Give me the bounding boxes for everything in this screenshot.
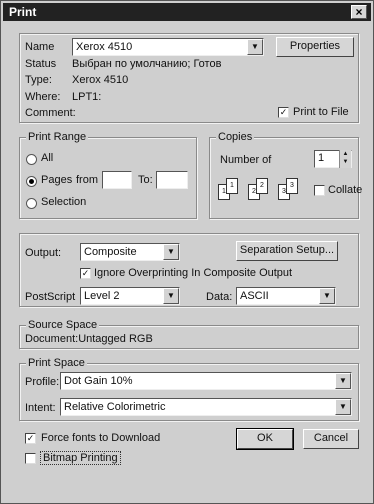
number-of-copies-input[interactable]: 1 ▲ ▼ [314,150,352,168]
spin-up-icon: ▲ [342,151,349,157]
print-space-title: Print Space [26,357,87,369]
window-title: Print [9,5,37,19]
print-dialog: Print × Name Xerox 4510 ▼ Properties Sta… [0,0,374,504]
number-of-copies-label: Number of [220,154,272,166]
from-page-input[interactable] [102,171,132,189]
ignore-overprinting-checkbox[interactable]: ✓ [80,268,91,279]
output-value: Composite [84,246,137,258]
all-radio[interactable] [26,154,37,165]
intent-label: Intent: [25,402,56,414]
copies-title: Copies [216,131,255,143]
cancel-button[interactable]: Cancel [303,429,359,449]
chevron-down-icon: ▼ [319,288,335,304]
bitmap-printing-label: Bitmap Printing [40,451,121,465]
chevron-down-icon: ▼ [163,288,179,304]
selection-label: Selection [41,196,87,208]
pages-label: Pages [41,174,73,186]
type-label: Type: [25,74,52,86]
source-space-title: Source Space [26,319,100,331]
intent-select[interactable]: Relative Colorimetric ▼ [60,398,352,416]
printer-name-select[interactable]: Xerox 4510 ▼ [72,38,264,56]
data-label: Data: [206,291,233,303]
profile-select[interactable]: Dot Gain 10% ▼ [60,372,352,390]
copies-spinner[interactable]: ▲ ▼ [339,150,351,168]
profile-value: Dot Gain 10% [64,375,133,387]
separation-setup-button[interactable]: Separation Setup... [236,241,338,261]
title-bar: Print × [3,3,371,21]
source-space-group: Source Space Document:Untagged RGB [19,319,359,349]
where-value: LPT1: [72,91,102,103]
output-label: Output: [25,247,62,259]
force-fonts-label: Force fonts to Download [41,432,161,444]
output-group: Output: Composite ▼ Separation Setup... … [19,233,359,307]
intent-value: Relative Colorimetric [64,401,166,413]
spin-down-icon: ▼ [342,159,349,165]
type-value: Xerox 4510 [72,74,129,86]
pages-radio[interactable] [26,176,37,187]
chevron-down-icon: ▼ [335,373,351,389]
source-space-value: Document:Untagged RGB [25,333,153,345]
to-page-input[interactable] [156,171,188,189]
ignore-overprinting-label: Ignore Overprinting In Composite Output [94,267,293,279]
force-fonts-checkbox[interactable]: ✓ [25,433,36,444]
to-label: To: [138,174,153,186]
printer-group: Name Xerox 4510 ▼ Properties Status Выбр… [19,33,359,123]
all-label: All [41,152,54,164]
data-encoding-value: ASCII [240,290,269,302]
number-of-copies-value: 1 [318,152,325,164]
name-label: Name [25,41,55,53]
postscript-label: PostScript [25,291,76,303]
status-value: Выбран по умолчанию; Готов [72,58,222,70]
chevron-down-icon: ▼ [335,399,351,415]
copies-group: Copies Number of 1 ▲ ▼ 1 1 2 2 3 3 Colla… [209,131,363,219]
status-label: Status [25,58,57,70]
ok-button[interactable]: OK [236,428,294,450]
profile-label: Profile: [25,376,60,388]
print-to-file-label: Print to File [293,106,349,118]
where-label: Where: [25,91,61,103]
collate-label: Collate [328,184,363,196]
properties-button[interactable]: Properties [276,37,354,57]
print-space-group: Print Space Profile: Dot Gain 10% ▼ Inte… [19,357,359,421]
collate-icon: 1 1 2 2 3 3 [218,176,308,204]
output-select[interactable]: Composite ▼ [80,243,180,261]
postscript-level-value: Level 2 [84,290,120,302]
postscript-level-select[interactable]: Level 2 ▼ [80,287,180,305]
print-range-group: Print Range All Pages from To: Selection [19,131,197,219]
from-label: from [76,174,98,186]
close-button[interactable]: × [351,5,367,19]
bitmap-printing-checkbox[interactable] [25,453,36,464]
selection-radio[interactable] [26,198,37,209]
collate-checkbox[interactable] [314,185,325,196]
comment-label: Comment: [25,107,76,119]
chevron-down-icon: ▼ [247,39,263,55]
chevron-down-icon: ▼ [163,244,179,260]
data-encoding-select[interactable]: ASCII ▼ [236,287,336,305]
print-to-file-checkbox[interactable]: ✓ [278,107,289,118]
print-range-title: Print Range [26,131,89,143]
printer-name-value: Xerox 4510 [76,41,133,53]
